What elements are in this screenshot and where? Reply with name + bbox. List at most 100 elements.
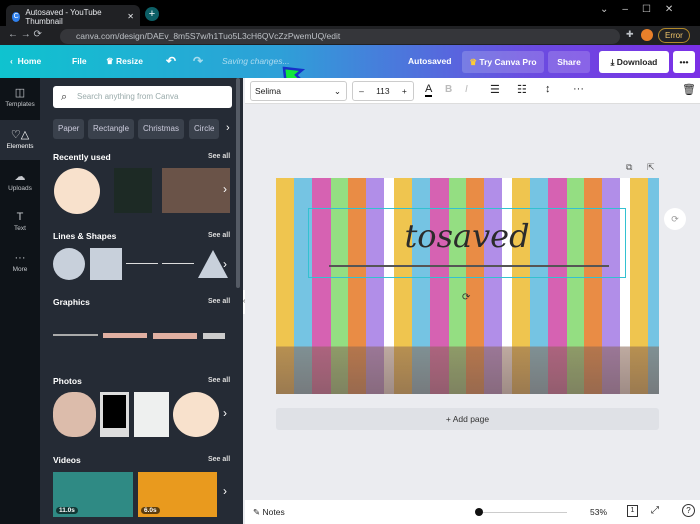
more-icon: ··· (14, 252, 26, 264)
font-select[interactable]: Selima ⌄ (250, 81, 347, 101)
avatar[interactable] (641, 29, 653, 41)
profile-error-button[interactable]: Error (658, 28, 690, 43)
square-shape[interactable] (90, 248, 122, 280)
photo-thumb[interactable] (53, 392, 96, 437)
extensions-icon[interactable]: ✚ (626, 29, 634, 40)
design-canvas[interactable]: tosaved ⟳ (276, 178, 659, 394)
text-selection-box[interactable]: tosaved (308, 208, 626, 278)
chevron-right-icon[interactable]: › (223, 406, 227, 420)
window-controls[interactable]: ⌄–☐✕ (600, 4, 687, 15)
underline-graphic (329, 265, 609, 267)
decrease-size[interactable]: – (359, 82, 364, 100)
chip-paper[interactable]: Paper (53, 119, 85, 139)
recent-photo[interactable] (114, 168, 152, 213)
canvas-text[interactable]: tosaved (309, 209, 625, 263)
duplicate-page-icon[interactable]: ⧉ (626, 162, 632, 173)
rail-elements[interactable]: ♡△ Elements (0, 120, 40, 160)
browser-tab-bar: C Autosaved - YouTube Thumbnail ✕ + ⌄–☐✕ (0, 0, 700, 28)
templates-icon: ◫ (14, 87, 26, 99)
zoom-slider-thumb[interactable] (475, 508, 483, 516)
chip-christmas[interactable]: Christmas (138, 119, 185, 139)
zoom-level[interactable]: 53% (590, 507, 607, 517)
new-tab-button[interactable]: + (145, 7, 159, 21)
elements-panel: ⌕ Search anything from Canva Paper Rectan… (40, 78, 243, 524)
rail-templates[interactable]: ◫ Templates (0, 78, 40, 118)
redo-icon[interactable]: ↷ (193, 45, 203, 78)
rotate-handle-icon[interactable]: ⟳ (462, 292, 470, 303)
trash-icon[interactable]: 🗑 (682, 83, 696, 96)
search-icon: ⌕ (61, 91, 68, 103)
align-center-icon[interactable]: ☰ (490, 83, 500, 96)
rail-more[interactable]: ··· More (0, 244, 40, 284)
search-input[interactable]: ⌕ Search anything from Canva (53, 86, 232, 108)
autosaved-status: Autosaved (408, 56, 452, 66)
url-field[interactable]: canva.com/design/DAEv_8m5S7w/h1Tuo5L3cH6… (60, 29, 620, 44)
panel-scrollbar[interactable] (236, 78, 240, 288)
left-rail: ◫ Templates ♡△ Elements ☁ Uploads T Text ···… (0, 78, 40, 524)
recent-shape[interactable] (54, 168, 100, 214)
chevron-right-icon[interactable]: › (223, 257, 227, 271)
section-title: Videos (53, 455, 81, 465)
video-thumb[interactable]: 6.0s (138, 472, 217, 517)
chevron-right-icon[interactable]: › (223, 484, 227, 498)
elements-icon: ♡△ (10, 129, 30, 141)
line-shape[interactable] (126, 263, 158, 264)
increase-size[interactable]: + (402, 82, 407, 100)
section-title: Lines & Shapes (53, 231, 117, 241)
notes-button[interactable]: ✎ Notes (253, 507, 285, 518)
see-all-link[interactable]: See all (208, 456, 230, 463)
more-options-button[interactable]: ••• (673, 51, 695, 73)
undo-icon[interactable]: ↶ (166, 45, 176, 78)
home-button[interactable]: ‹ Home (10, 45, 41, 78)
see-all-link[interactable]: See all (208, 298, 230, 305)
canva-header: ‹ Home File ♛ Resize ↶ ↷ Saving changes.… (0, 45, 700, 78)
list-icon[interactable]: ☷ (517, 83, 527, 96)
fullscreen-icon[interactable]: ⤢ (651, 505, 659, 516)
close-tab-icon[interactable]: ✕ (127, 12, 134, 21)
browser-tab[interactable]: C Autosaved - YouTube Thumbnail ✕ (6, 5, 140, 28)
chip-rectangle[interactable]: Rectangle (88, 119, 135, 139)
italic-icon[interactable]: I (465, 84, 468, 95)
text-color-icon[interactable]: A (425, 83, 433, 97)
file-menu[interactable]: File (72, 45, 87, 78)
arrow-shape[interactable] (162, 263, 194, 264)
see-all-link[interactable]: See all (208, 153, 230, 160)
nav-buttons[interactable]: ← → ⟳ (8, 29, 42, 40)
zoom-slider[interactable] (477, 512, 567, 513)
chevron-right-icon[interactable]: › (223, 182, 227, 196)
more-toolbar-icon[interactable]: ··· (573, 83, 584, 95)
see-all-link[interactable]: See all (208, 232, 230, 239)
rail-text[interactable]: T Text (0, 203, 40, 243)
recent-photo[interactable] (162, 168, 230, 213)
section-title: Photos (53, 376, 82, 386)
graphic-brush[interactable] (203, 333, 225, 339)
photo-thumb[interactable] (134, 392, 169, 437)
video-thumb[interactable]: 11.0s (53, 472, 133, 517)
rail-uploads[interactable]: ☁ Uploads (0, 162, 40, 202)
bottom-bar: ✎ Notes 53% 1 ⤢ ? (245, 500, 700, 524)
chips-next-icon[interactable]: › (226, 122, 230, 134)
upload-icon: ☁ (14, 171, 26, 183)
graphic-brush[interactable] (153, 333, 197, 339)
add-page-icon[interactable]: ⇱ (647, 162, 655, 173)
photo-thumb[interactable] (173, 392, 219, 437)
spacing-icon[interactable]: ↕ (545, 83, 551, 95)
chip-circle[interactable]: Circle (189, 119, 220, 139)
page-count[interactable]: 1 (627, 505, 638, 517)
graphic-brush[interactable] (103, 333, 147, 338)
text-icon: T (16, 211, 24, 223)
download-button[interactable]: ⤓ Download (599, 51, 669, 73)
bold-icon[interactable]: B (445, 84, 452, 95)
section-title: Graphics (53, 297, 90, 307)
graphic-line[interactable] (53, 334, 98, 336)
resize-button[interactable]: ♛ Resize (106, 45, 143, 78)
circle-shape[interactable] (53, 248, 85, 280)
refresh-design-button[interactable]: ⟳ (664, 208, 686, 230)
font-size-stepper[interactable]: –113 + (352, 81, 414, 101)
see-all-link[interactable]: See all (208, 377, 230, 384)
share-button[interactable]: Share (548, 51, 590, 73)
try-canva-pro-button[interactable]: ♛ Try Canva Pro (462, 51, 544, 73)
photo-thumb[interactable] (100, 392, 129, 437)
add-page-button[interactable]: + Add page (276, 408, 659, 430)
help-icon[interactable]: ? (682, 504, 695, 517)
